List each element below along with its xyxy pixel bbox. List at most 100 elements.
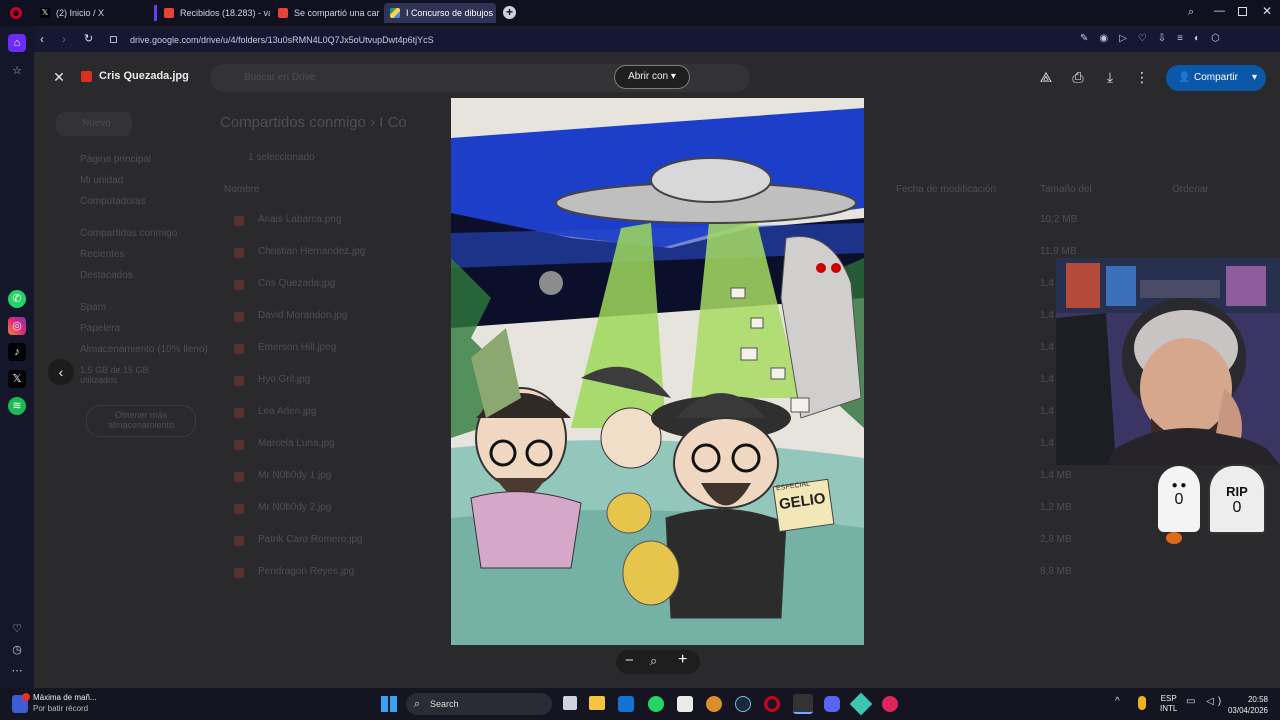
date: 03/04/2026: [1227, 706, 1268, 715]
filter-chip[interactable]: 1 seleccionado: [248, 152, 315, 163]
file-name-cell: Mr N0b0dy 2.jpg: [258, 502, 332, 513]
heart-icon[interactable]: ♡: [8, 620, 26, 638]
add-shortcut-icon[interactable]: ⟁: [1036, 67, 1056, 87]
file-size-cell: 10,2 MB: [1040, 214, 1078, 225]
star-icon[interactable]: ☆: [8, 62, 26, 80]
file-name-cell: David Morandon.jpg: [258, 310, 348, 321]
x-sidebar-icon[interactable]: 𝕏: [8, 370, 26, 388]
download-icon[interactable]: ⤓: [1100, 67, 1120, 87]
system-icons[interactable]: ▭ ◁): [1186, 696, 1225, 707]
ufo-drawing-illustration: [451, 98, 864, 645]
language-indicator[interactable]: ESP INTL: [1160, 694, 1177, 714]
app-icon[interactable]: [849, 692, 873, 716]
opera-taskbar-icon[interactable]: [764, 696, 780, 712]
nav-item[interactable]: Compartidos conmigo: [80, 228, 210, 249]
image-file-icon: [81, 71, 92, 82]
tab-gmail-inbox[interactable]: Recibidos (18.283) - vacro: [158, 3, 270, 23]
epic-icon[interactable]: [677, 696, 693, 712]
file-name-cell: Mr N0b0dy 1.jpg: [258, 470, 332, 481]
file-size-cell: 11,9 MB: [1040, 246, 1077, 257]
spotify-icon[interactable]: ≋: [8, 397, 26, 415]
url-field[interactable]: drive.google.com/drive/u/4/folders/13u0s…: [130, 31, 1050, 49]
microphone-icon[interactable]: [1138, 696, 1146, 710]
whatsapp-icon[interactable]: ✆: [8, 290, 26, 308]
address-toolbar: ‹ › ↻ drive.google.com/drive/u/4/folders…: [34, 28, 1280, 52]
drive-icon: [390, 8, 400, 18]
new-button[interactable]: Nuevo: [56, 112, 132, 136]
column-date[interactable]: Fecha de modificación: [896, 184, 996, 195]
tab-x[interactable]: 𝕏 (2) Inicio / X: [34, 3, 150, 23]
reload-button[interactable]: ↻: [84, 32, 93, 45]
nav-item[interactable]: Almacenamiento (10% lleno): [80, 344, 210, 365]
history-icon[interactable]: ◷: [8, 641, 26, 659]
home-icon[interactable]: ⌂: [8, 34, 26, 52]
more-icon[interactable]: ⋯: [8, 662, 26, 680]
nav-item[interactable]: Página principal: [80, 154, 210, 175]
breadcrumb[interactable]: Compartidos conmigo › I Co: [220, 114, 407, 131]
ghost-count: 0: [1174, 491, 1184, 508]
nav-item[interactable]: Computadoras: [80, 196, 210, 228]
clock[interactable]: 20:58 03/04/2026: [1222, 694, 1268, 716]
image-preview[interactable]: ESPECIAL GELIO: [451, 98, 864, 645]
nav-item[interactable]: Spam: [80, 302, 210, 323]
nav-item[interactable]: Papelera: [80, 323, 210, 344]
column-name[interactable]: Nombre: [224, 184, 260, 195]
tab-label: (2) Inicio / X: [56, 8, 105, 18]
search-tabs-icon[interactable]: ⌕: [1188, 6, 1200, 18]
file-name-cell: Hyo Gril.jpg: [258, 374, 311, 385]
tab-indicator: [154, 5, 157, 21]
image-file-icon: [234, 344, 244, 354]
forward-button[interactable]: ›: [62, 32, 66, 46]
share-button[interactable]: 👤 Compartir ▾: [1166, 65, 1266, 91]
tab-gmail-shared[interactable]: Se compartió una carpeta: [272, 3, 380, 23]
print-icon[interactable]: ⎙: [1068, 67, 1088, 87]
outlook-icon[interactable]: [618, 696, 634, 712]
column-sort[interactable]: Ordenar: [1172, 184, 1209, 195]
open-with-label: Abrir con: [628, 71, 669, 82]
tray-chevron-icon[interactable]: ^: [1115, 696, 1120, 707]
gmail-icon: [278, 8, 288, 18]
new-tab-button[interactable]: +: [503, 6, 516, 19]
close-viewer-button[interactable]: ✕: [49, 67, 69, 87]
minimize-button[interactable]: —: [1214, 5, 1226, 17]
previous-image-button[interactable]: ‹: [48, 359, 74, 385]
zoom-out-button[interactable]: −: [625, 652, 634, 669]
task-view-icon[interactable]: [563, 696, 577, 710]
close-window-button[interactable]: ✕: [1262, 4, 1274, 18]
notification-title[interactable]: Máxima de mañ...: [33, 693, 97, 702]
caret-down-icon: ▾: [670, 71, 676, 82]
file-explorer-icon[interactable]: [589, 696, 605, 710]
back-button[interactable]: ‹: [40, 32, 44, 46]
taskbar-search[interactable]: ⌕ Search: [406, 693, 552, 715]
nav-item[interactable]: Destacados: [80, 270, 210, 302]
whatsapp-taskbar-icon[interactable]: [648, 696, 664, 712]
ghost-eyes-icon: ● ●: [1171, 480, 1187, 491]
image-file-icon: [234, 472, 244, 482]
instagram-icon[interactable]: ◎: [8, 317, 26, 335]
image-file-icon: [234, 408, 244, 418]
column-size[interactable]: Tamaño del: [1040, 184, 1092, 195]
nav-item[interactable]: Recientes: [80, 249, 210, 270]
tab-drive-active[interactable]: I Concurso de dibujos M...: [384, 3, 496, 23]
file-size-cell: 2,8 MB: [1040, 534, 1072, 545]
maximize-button[interactable]: [1238, 7, 1247, 16]
zoom-icon[interactable]: ⌕: [650, 653, 657, 669]
zoom-in-button[interactable]: +: [678, 651, 687, 669]
notification-subtitle: Por batir récord: [33, 704, 89, 713]
tab-bar: 𝕏 (2) Inicio / X Recibidos (18.283) - va…: [0, 0, 1280, 26]
game-icon[interactable]: [706, 696, 722, 712]
terminal-icon[interactable]: [793, 694, 813, 714]
more-options-icon[interactable]: ⋮: [1132, 67, 1152, 87]
new-label: Nuevo: [82, 118, 111, 129]
nav-item[interactable]: Mi unidad: [80, 175, 210, 196]
steam-icon[interactable]: [735, 696, 751, 712]
opera-logo-icon[interactable]: [10, 7, 22, 19]
get-storage-button[interactable]: Obtener más almacenamiento: [86, 405, 196, 437]
open-with-button[interactable]: Abrir con ▾: [614, 65, 690, 89]
windows-start-icon[interactable]: [381, 696, 397, 712]
file-name-cell: Patrik Caro Romero.jpg: [258, 534, 363, 545]
discord-icon[interactable]: [824, 696, 840, 712]
tiktok-icon[interactable]: ♪: [8, 343, 26, 361]
zoom-controls: − ⌕ +: [616, 650, 700, 674]
media-player-icon[interactable]: [882, 696, 898, 712]
